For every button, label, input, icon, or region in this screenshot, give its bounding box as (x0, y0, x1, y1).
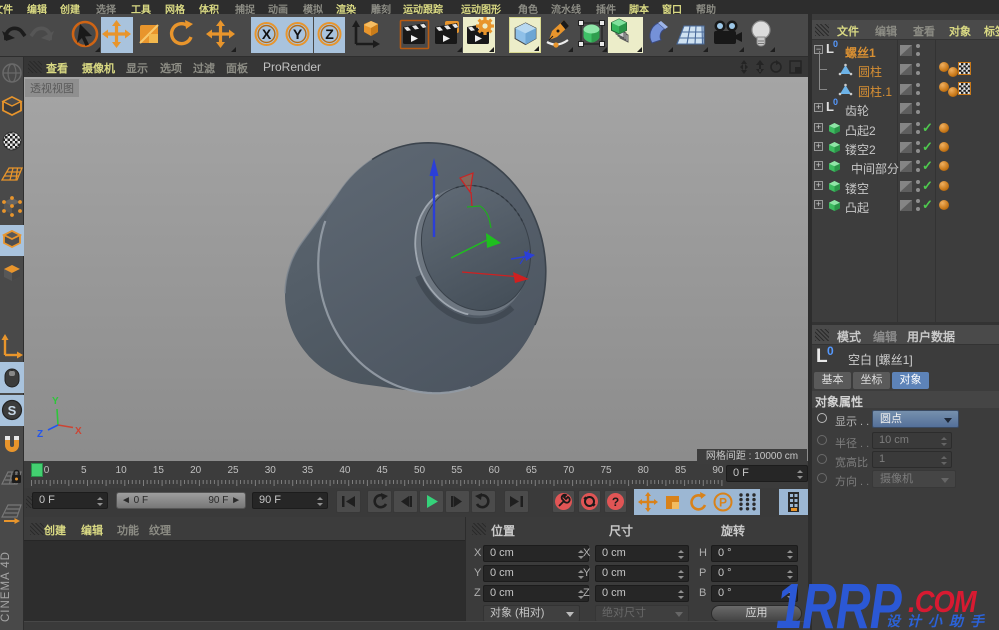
svg-text:X: X (75, 426, 82, 437)
svg-text:X: X (262, 26, 272, 42)
svg-text:Y: Y (293, 26, 303, 42)
svg-text:Y: Y (52, 396, 59, 407)
svg-text:S: S (8, 403, 17, 418)
svg-text:?: ? (612, 495, 619, 509)
svg-text:Z: Z (325, 26, 334, 42)
svg-text:P: P (719, 496, 727, 510)
svg-text:Z: Z (37, 429, 43, 440)
